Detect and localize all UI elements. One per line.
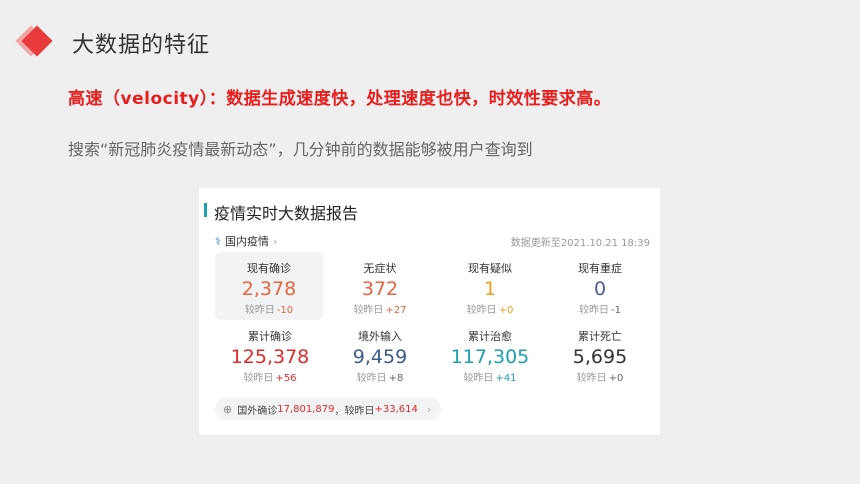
stat-cell[interactable]: 累计治愈 117,305 较昨日 +41 [435,320,545,390]
delta-prefix: 较昨日 [353,305,384,316]
delta-value: -10 [276,305,294,316]
stat-value: 2,378 [241,278,297,300]
delta-value: +0 [608,373,624,384]
epidemic-report-card: 疫情实时大数据报告 ⚕ 国内疫情 › 数据更新至2021.10.21 18:39… [199,188,660,435]
stat-label: 境外输入 [358,330,402,343]
headline: 高速（velocity）：数据生成速度快，处理速度也快，时效性要求高。 [68,89,612,109]
stat-label: 累计确诊 [248,330,292,343]
title-accent-bar [204,203,207,217]
delta-value: +8 [388,373,404,384]
slide-title: 大数据的特征 [72,33,211,58]
delta-prefix: 较昨日 [244,305,275,316]
stat-label: 累计死亡 [578,330,622,343]
stat-value: 0 [593,278,607,300]
stats-grid: 现有确诊 2,378 较昨日 -10 无症状 372 较昨日 +27 现有疑似 1 … [215,252,655,390]
domestic-label: 国内疫情 [224,235,269,248]
stat-label: 现有疑似 [468,262,512,275]
stat-delta: 较昨日 -10 [215,301,323,316]
chevron-right-icon: › [272,234,278,248]
stat-cell[interactable]: 境外输入 9,459 较昨日 +8 [325,320,435,390]
update-time: 数据更新至2021.10.21 18:39 [510,238,650,249]
stat-delta: 较昨日 -1 [545,301,655,316]
stat-value: 372 [361,278,399,300]
stat-delta: 较昨日 +56 [215,369,325,384]
stat-delta: 较昨日 +0 [545,369,655,384]
stat-value: 5,695 [572,346,628,368]
stat-cell[interactable]: 无症状 372 较昨日 +27 [325,252,435,320]
stat-label: 现有确诊 [247,262,291,275]
stat-delta: 较昨日 +41 [435,369,545,384]
stat-value: 1 [483,278,497,300]
diamond-wrap [15,25,60,57]
stat-cell[interactable]: 现有重症 0 较昨日 -1 [545,252,655,320]
stat-cell[interactable]: 现有疑似 1 较昨日 +0 [435,252,545,320]
stat-value: 117,305 [450,346,530,368]
foreign-value: 17,801,879 [277,403,335,415]
stat-delta: 较昨日 +8 [325,369,435,384]
delta-prefix: 较昨日 [579,305,609,316]
delta-prefix: 较昨日 [463,373,494,384]
stat-delta: 较昨日 +27 [325,301,435,316]
delta-value: +27 [385,305,407,316]
delta-prefix: 较昨日 [243,373,274,384]
delta-value: -1 [611,305,621,316]
stat-cell[interactable]: 现有确诊 2,378 较昨日 -10 [215,252,323,320]
stat-label: 无症状 [363,262,397,275]
delta-prefix: 较昨日 [576,373,607,384]
foreign-label: 国外确诊 [237,405,278,417]
lungs-icon: ⚕ [215,234,221,248]
domestic-epidemic-link[interactable]: ⚕ 国内疫情 › [215,233,277,249]
stat-delta: 较昨日 +0 [435,301,545,316]
delta-value: +56 [275,373,297,384]
foreign-epidemic-link[interactable]: ⊕ 国外确诊 17,801,879 ，较昨日 +33,614 › [215,398,442,420]
stat-cell[interactable]: 累计死亡 5,695 较昨日 +0 [545,320,655,390]
card-title: 疫情实时大数据报告 [214,204,359,223]
description: 搜索“新冠肺炎疫情最新动态”，几分钟前的数据能够被用户查询到 [68,140,533,159]
stat-cell[interactable]: 累计确诊 125,378 较昨日 +56 [215,320,325,390]
globe-icon: ⊕ [223,402,233,416]
foreign-delta: +33,614 [374,403,418,415]
foreign-sep: ，较昨日 [334,405,375,417]
delta-value: +41 [495,373,517,384]
delta-value: +0 [498,305,514,316]
stat-label: 累计治愈 [468,330,512,343]
chevron-right-icon: › [426,402,432,416]
delta-prefix: 较昨日 [356,373,387,384]
stat-value: 125,378 [230,346,310,368]
stat-label: 现有重症 [578,262,622,275]
delta-prefix: 较昨日 [466,305,497,316]
stat-value: 9,459 [352,346,408,368]
